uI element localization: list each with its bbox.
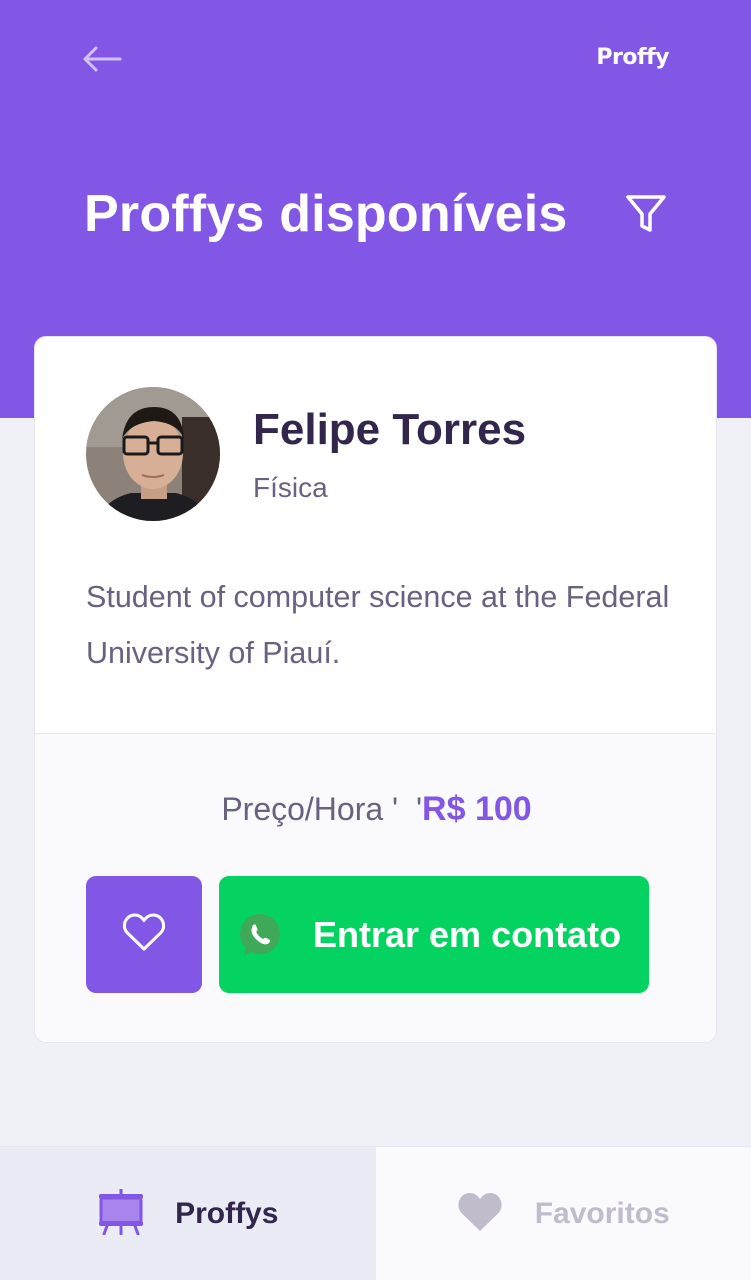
price-row: Preço/Hora ' 'R$ 100 [35,790,716,829]
favorite-button[interactable] [86,876,202,993]
teacher-card: Felipe Torres Física Student of computer… [34,336,717,1043]
teacher-name: Felipe Torres [253,405,527,454]
price-label: Preço/Hora ' ' [221,791,423,827]
contact-button[interactable]: Entrar em contato [219,876,649,993]
easel-icon [97,1187,145,1240]
tab-favoritos[interactable]: Favoritos [375,1147,751,1280]
tab-label: Favoritos [534,1197,670,1230]
page-title: Proffys disponíveis [84,185,568,243]
card-footer: Preço/Hora ' 'R$ 100 Entrar em contato [35,733,716,1042]
app-logo: Proffy [596,45,669,70]
back-button[interactable] [80,42,124,80]
tab-label: Proffys [175,1197,279,1230]
arrow-left-icon [82,45,122,78]
teacher-bio: Student of computer science at the Feder… [86,580,670,670]
bottom-tab-bar: Proffys Favoritos [0,1146,751,1280]
teacher-subject: Física [253,472,328,503]
whatsapp-icon [237,912,283,958]
avatar [86,387,220,521]
heart-outline-icon [122,912,166,957]
filter-button[interactable] [622,192,670,240]
filter-icon [625,194,667,239]
contact-label: Entrar em contato [313,913,622,955]
price-value: R$ 100 [422,790,532,828]
heart-icon [457,1191,503,1238]
tab-proffys[interactable]: Proffys [0,1147,376,1280]
